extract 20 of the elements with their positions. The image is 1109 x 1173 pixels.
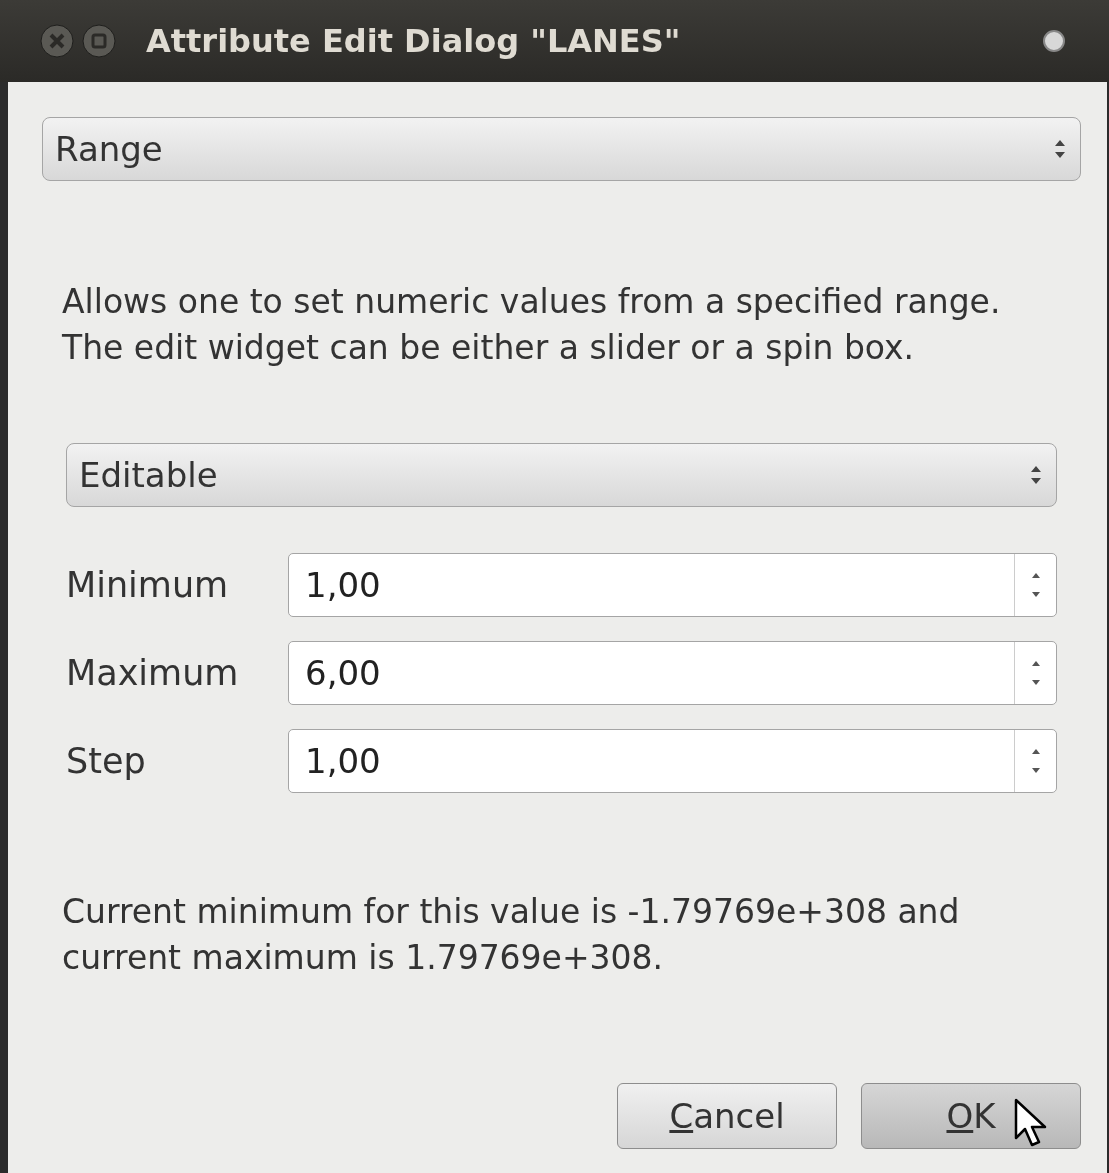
field-label: Step (66, 739, 147, 783)
dropdown[interactable]: Editable (66, 443, 1057, 507)
dot-icon (1041, 28, 1067, 54)
spin-box[interactable]: 6,00 (288, 641, 1057, 705)
dialog-button[interactable]: Cancel (617, 1083, 837, 1149)
field-label: Maximum (66, 651, 240, 695)
spin-box[interactable]: 1,00 (288, 729, 1057, 793)
description-text: Allows one to set numeric values from a specified range. The edit widget can be either a slider or a spin box. (62, 281, 1002, 369)
spin-box[interactable]: 1,00 (288, 553, 1057, 617)
spin-down-icon[interactable] (1030, 679, 1041, 686)
window-title: Attribute Edit Dialog "LANES" (146, 21, 682, 62)
spin-up-icon[interactable] (1030, 572, 1041, 579)
range-note: Current minimum for this value is -1.79769e+308 and current maximum is 1.79769e+308. (62, 891, 961, 979)
spin-down-icon[interactable] (1030, 591, 1041, 598)
field-label: Minimum (66, 563, 230, 607)
dialog-button[interactable]: OK (861, 1083, 1081, 1149)
dropdown[interactable]: Range (42, 117, 1081, 181)
spin-down-icon[interactable] (1030, 767, 1041, 774)
spin-up-icon[interactable] (1030, 660, 1041, 667)
spin-up-icon[interactable] (1030, 748, 1041, 755)
